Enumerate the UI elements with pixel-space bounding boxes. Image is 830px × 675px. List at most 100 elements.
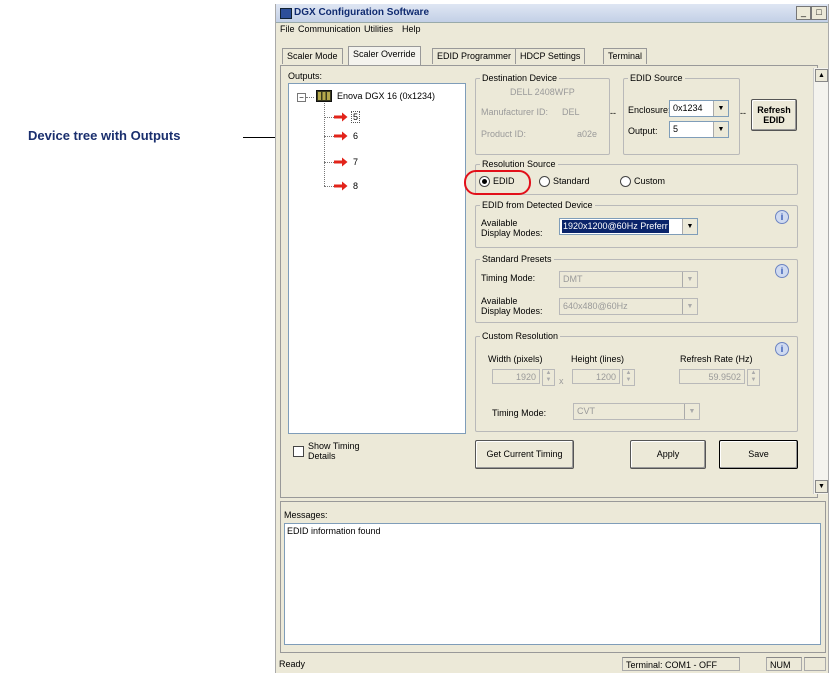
- tab-scaler-override[interactable]: Scaler Override: [348, 46, 421, 65]
- chevron-down-icon[interactable]: ▼: [713, 122, 728, 137]
- menu-communication[interactable]: Communication: [298, 24, 361, 34]
- title-bar[interactable]: DGX Configuration Software _ □: [276, 4, 828, 23]
- outputs-tree[interactable]: − Enova DGX 16 (0x1234) 5 6 7 8: [288, 83, 466, 434]
- scroll-down-icon[interactable]: ▼: [815, 480, 828, 493]
- width-label: Width (pixels): [488, 354, 543, 364]
- enclosure-select[interactable]: 0x1234 ▼: [669, 100, 729, 117]
- chevron-down-icon[interactable]: ▼: [684, 404, 699, 419]
- refresh-rate-field[interactable]: 59.9502: [679, 369, 745, 384]
- destination-device-legend: Destination Device: [482, 73, 558, 83]
- show-timing-checkbox[interactable]: [293, 446, 304, 457]
- show-timing-label: Show Timing: [308, 441, 360, 451]
- info-icon[interactable]: i: [775, 342, 789, 356]
- edid-display-modes-select[interactable]: 1920x1200@60Hz Preferr ▼: [559, 218, 698, 235]
- height-field[interactable]: 1200: [572, 369, 620, 384]
- menu-help[interactable]: Help: [402, 24, 421, 34]
- radio-edid[interactable]: [479, 176, 490, 187]
- tree-output-item[interactable]: 8: [353, 181, 358, 191]
- red-arrow-icon: [334, 112, 348, 122]
- standard-modes-label: Available: [481, 296, 518, 306]
- edid-output-label: Output:: [628, 126, 658, 136]
- edid-source-separator: --: [740, 108, 746, 118]
- available-modes-label: Available: [481, 218, 518, 228]
- device-icon: [316, 90, 332, 102]
- messages-box[interactable]: EDID information found: [284, 523, 821, 645]
- app-icon: [280, 8, 292, 19]
- standard-timing-select[interactable]: DMT ▼: [559, 271, 698, 288]
- red-arrow-icon: [334, 181, 348, 191]
- tree-output-item[interactable]: 5: [351, 111, 361, 123]
- tab-edid-programmer[interactable]: EDID Programmer: [432, 48, 517, 64]
- tree-connector: [324, 103, 325, 186]
- tab-scaler-mode[interactable]: Scaler Mode: [282, 48, 343, 64]
- menu-bar: File Communication Utilities Help: [276, 23, 828, 37]
- chevron-down-icon[interactable]: ▼: [682, 272, 697, 287]
- edid-output-select[interactable]: 5 ▼: [669, 121, 729, 138]
- scroll-up-icon[interactable]: ▲: [815, 69, 828, 82]
- refresh-edid-line1: Refresh: [757, 105, 791, 115]
- edid-source-legend: EDID Source: [630, 73, 683, 83]
- destination-model: DELL 2408WFP: [510, 87, 575, 97]
- resolution-source-legend: Resolution Source: [482, 159, 556, 169]
- custom-timing-value: CVT: [577, 406, 595, 416]
- width-field[interactable]: 1920: [492, 369, 540, 384]
- tree-connector: [324, 162, 334, 163]
- menu-file[interactable]: File: [280, 24, 295, 34]
- apply-button[interactable]: Apply: [630, 440, 706, 469]
- outputs-label: Outputs:: [288, 71, 323, 81]
- tree-connector: [306, 97, 314, 98]
- standard-modes-select[interactable]: 640x480@60Hz ▼: [559, 298, 698, 315]
- radio-custom[interactable]: [620, 176, 631, 187]
- tree-connector: [324, 186, 334, 187]
- app-window: DGX Configuration Software _ □ File Comm…: [275, 4, 829, 673]
- panel-scrollbar[interactable]: ▲ ▼: [813, 68, 828, 494]
- standard-timing-value: DMT: [563, 274, 583, 284]
- tree-output-item[interactable]: 7: [353, 157, 358, 167]
- width-spinner[interactable]: ▲ ▼: [542, 369, 555, 386]
- tree-output-item[interactable]: 6: [353, 131, 358, 141]
- get-current-timing-button[interactable]: Get Current Timing: [475, 440, 574, 469]
- radio-standard[interactable]: [539, 176, 550, 187]
- red-arrow-icon: [334, 131, 348, 141]
- enclosure-label: Enclosure:: [628, 105, 671, 115]
- info-icon[interactable]: i: [775, 264, 789, 278]
- minimize-button[interactable]: _: [796, 6, 811, 20]
- callout-label: Device tree with Outputs: [28, 128, 181, 143]
- refresh-edid-button[interactable]: Refresh EDID: [751, 99, 797, 131]
- product-id-value: a02e: [577, 129, 598, 139]
- timing-mode-label: Timing Mode:: [481, 273, 536, 283]
- collapse-icon[interactable]: −: [297, 93, 306, 102]
- radio-edid-label: EDID: [493, 176, 515, 186]
- custom-resolution-legend: Custom Resolution: [482, 331, 559, 341]
- chevron-down-icon[interactable]: ▼: [713, 101, 728, 116]
- tab-hdcp-settings[interactable]: HDCP Settings: [515, 48, 586, 64]
- info-icon[interactable]: i: [775, 210, 789, 224]
- menu-utilities[interactable]: Utilities: [364, 24, 393, 34]
- chevron-down-icon[interactable]: ▼: [682, 299, 697, 314]
- custom-timing-label: Timing Mode:: [492, 408, 547, 418]
- height-spinner[interactable]: ▲ ▼: [622, 369, 635, 386]
- num-lock-status: NUM: [766, 657, 802, 671]
- destination-separator: --: [610, 108, 616, 118]
- maximize-button[interactable]: □: [811, 6, 827, 20]
- standard-presets-legend: Standard Presets: [482, 254, 552, 264]
- product-id-label: Product ID:: [481, 129, 527, 139]
- show-timing-label-2: Details: [308, 451, 336, 461]
- standard-modes-value: 640x480@60Hz: [563, 301, 628, 311]
- chevron-down-icon[interactable]: ▼: [682, 219, 697, 234]
- save-button[interactable]: Save: [719, 440, 798, 469]
- custom-timing-select[interactable]: CVT ▼: [573, 403, 700, 420]
- manufacturer-id-label: Manufacturer ID:: [481, 107, 549, 117]
- height-label: Height (lines): [571, 354, 625, 364]
- available-modes-label-2: Display Modes:: [481, 228, 543, 238]
- edid-output-value: 5: [673, 124, 679, 134]
- radio-custom-label: Custom: [634, 176, 666, 186]
- status-bar: Ready Terminal: COM1 - OFF NUM: [276, 657, 828, 673]
- terminal-status: Terminal: COM1 - OFF: [622, 657, 740, 671]
- refresh-rate-spinner[interactable]: ▲ ▼: [747, 369, 760, 386]
- enclosure-value: 0x1234: [673, 103, 703, 113]
- tab-terminal[interactable]: Terminal: [603, 48, 648, 64]
- tree-root-device[interactable]: Enova DGX 16 (0x1234): [337, 91, 435, 101]
- manufacturer-id-value: DEL: [562, 107, 580, 117]
- edid-display-modes-value: 1920x1200@60Hz Preferr: [562, 220, 669, 233]
